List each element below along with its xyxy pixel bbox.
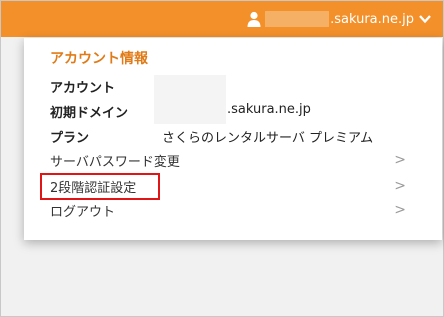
plan-row: プラン	[50, 127, 89, 146]
account-menu-toggle[interactable]: .sakura.ne.jp	[247, 7, 431, 31]
chevron-right-icon: >	[394, 202, 406, 218]
redacted-account-value	[154, 75, 226, 97]
menu-item-logout[interactable]: ログアウト >	[50, 199, 406, 221]
redacted-domain-prefix	[154, 96, 226, 124]
account-dropdown-panel: アカウント情報 アカウント 初期ドメイン .sakura.ne.jp プラン さ…	[24, 38, 442, 240]
menu-item-label: サーバパスワード変更	[50, 154, 180, 170]
redacted-account-name	[265, 11, 330, 27]
initial-domain-value: .sakura.ne.jp	[227, 102, 311, 117]
menu-item-label: ログアウト	[50, 204, 116, 220]
initial-domain-label: 初期ドメイン	[50, 106, 129, 121]
account-label: アカウント	[50, 81, 116, 96]
header-domain-suffix: .sakura.ne.jp	[330, 11, 414, 27]
plan-value: さくらのレンタルサーバ プレミアム	[162, 131, 374, 146]
chevron-down-icon	[419, 15, 431, 24]
user-icon	[247, 11, 261, 27]
plan-value-row: さくらのレンタルサーバ プレミアム	[162, 127, 373, 146]
menu-item-change-server-password[interactable]: サーバパスワード変更 >	[50, 149, 406, 171]
top-header-bar: .sakura.ne.jp	[1, 1, 443, 37]
account-row: アカウント	[50, 77, 115, 96]
highlight-annotation-box	[40, 173, 160, 200]
plan-label: プラン	[50, 131, 90, 146]
chevron-right-icon: >	[394, 178, 406, 194]
chevron-right-icon: >	[394, 152, 406, 168]
account-info-title: アカウント情報	[50, 51, 148, 67]
initial-domain-suffix: .sakura.ne.jp	[227, 102, 311, 117]
initial-domain-row: 初期ドメイン	[50, 102, 128, 121]
